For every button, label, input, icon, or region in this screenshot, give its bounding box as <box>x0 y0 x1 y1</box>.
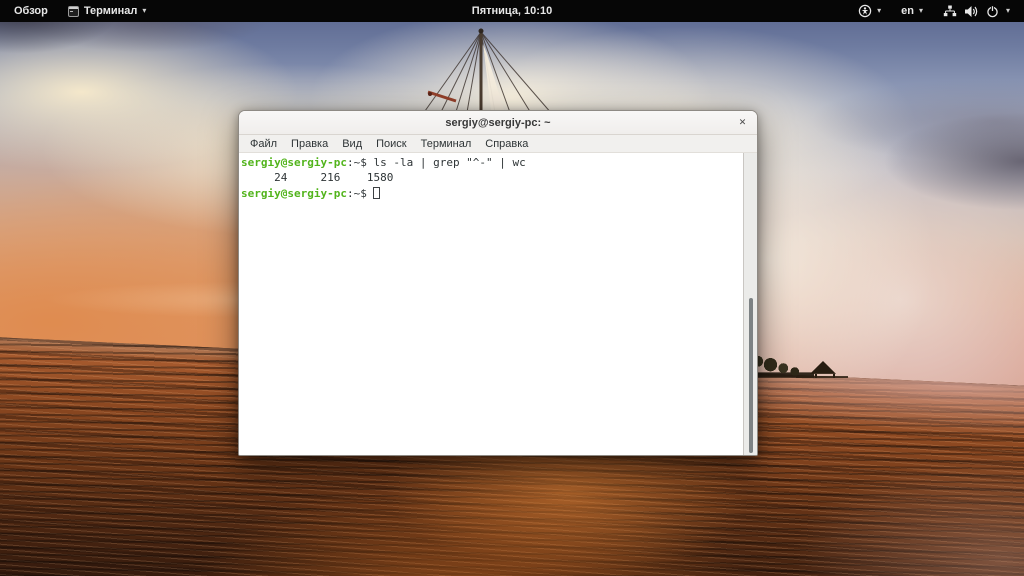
top-bar-right: ▾ en ▾ ▾ <box>850 0 1018 22</box>
menu-edit[interactable]: Правка <box>284 137 335 151</box>
prompt-user: sergiy@sergiy-pc <box>241 156 347 169</box>
terminal-scrollbar[interactable] <box>743 153 757 455</box>
keyboard-layout-label: en <box>901 5 914 17</box>
terminal-line-prompt: sergiy@sergiy-pc:~$ <box>241 185 741 201</box>
accessibility-menu-button[interactable]: ▾ <box>850 0 889 22</box>
scrollbar-thumb[interactable] <box>749 298 753 453</box>
power-icon <box>986 5 999 18</box>
system-menu-button[interactable]: ▾ <box>935 0 1018 22</box>
app-menu-button[interactable]: Терминал ▾ <box>60 0 155 22</box>
activities-label: Обзор <box>14 5 48 17</box>
terminal-line-command: sergiy@sergiy-pc:~$ ls -la | grep "^-" |… <box>241 155 741 170</box>
terminal-cursor <box>373 187 381 199</box>
menu-terminal[interactable]: Терминал <box>414 137 479 151</box>
menu-file[interactable]: Файл <box>243 137 284 151</box>
prompt-suffix: :~$ <box>346 187 374 200</box>
window-titlebar[interactable]: sergiy@sergiy-pc: ~ ✕ <box>239 111 757 135</box>
command-text: ls -la | grep "^-" | wc <box>373 156 526 169</box>
chevron-down-icon: ▾ <box>1005 6 1010 15</box>
terminal-window: sergiy@sergiy-pc: ~ ✕ Файл Правка Вид По… <box>238 110 758 456</box>
menu-help[interactable]: Справка <box>478 137 535 151</box>
clock-button[interactable]: Пятница, 10:10 <box>464 0 560 22</box>
top-bar: Обзор Терминал ▾ Пятница, 10:10 ▾ en ▾ ▾ <box>0 0 1024 22</box>
keyboard-layout-button[interactable]: en ▾ <box>893 0 931 22</box>
network-icon <box>943 5 957 17</box>
chevron-down-icon: ▾ <box>918 6 923 15</box>
prompt-suffix: :~$ <box>346 156 374 169</box>
volume-icon <box>964 5 979 18</box>
accessibility-icon <box>858 4 872 18</box>
app-menu-label: Терминал <box>83 5 138 17</box>
window-title: sergiy@sergiy-pc: ~ <box>445 116 551 129</box>
close-icon: ✕ <box>738 117 747 127</box>
menu-bar: Файл Правка Вид Поиск Терминал Справка <box>239 135 757 153</box>
menu-search[interactable]: Поиск <box>369 137 413 151</box>
terminal-view[interactable]: sergiy@sergiy-pc:~$ ls -la | grep "^-" |… <box>239 153 757 455</box>
terminal-app-icon <box>67 5 79 17</box>
chevron-down-icon: ▾ <box>142 6 147 15</box>
prompt-user: sergiy@sergiy-pc <box>241 187 347 200</box>
hut-posts-silhouette <box>815 374 835 378</box>
terminal-line-output: 24 216 1580 <box>241 171 394 184</box>
top-bar-left: Обзор Терминал ▾ <box>6 0 154 22</box>
menu-view[interactable]: Вид <box>335 137 369 151</box>
sailboat-mast-graphic <box>419 28 553 118</box>
close-button[interactable]: ✕ <box>734 114 751 131</box>
activities-button[interactable]: Обзор <box>6 0 56 22</box>
clock-label: Пятница, 10:10 <box>471 5 553 17</box>
chevron-down-icon: ▾ <box>877 6 882 15</box>
